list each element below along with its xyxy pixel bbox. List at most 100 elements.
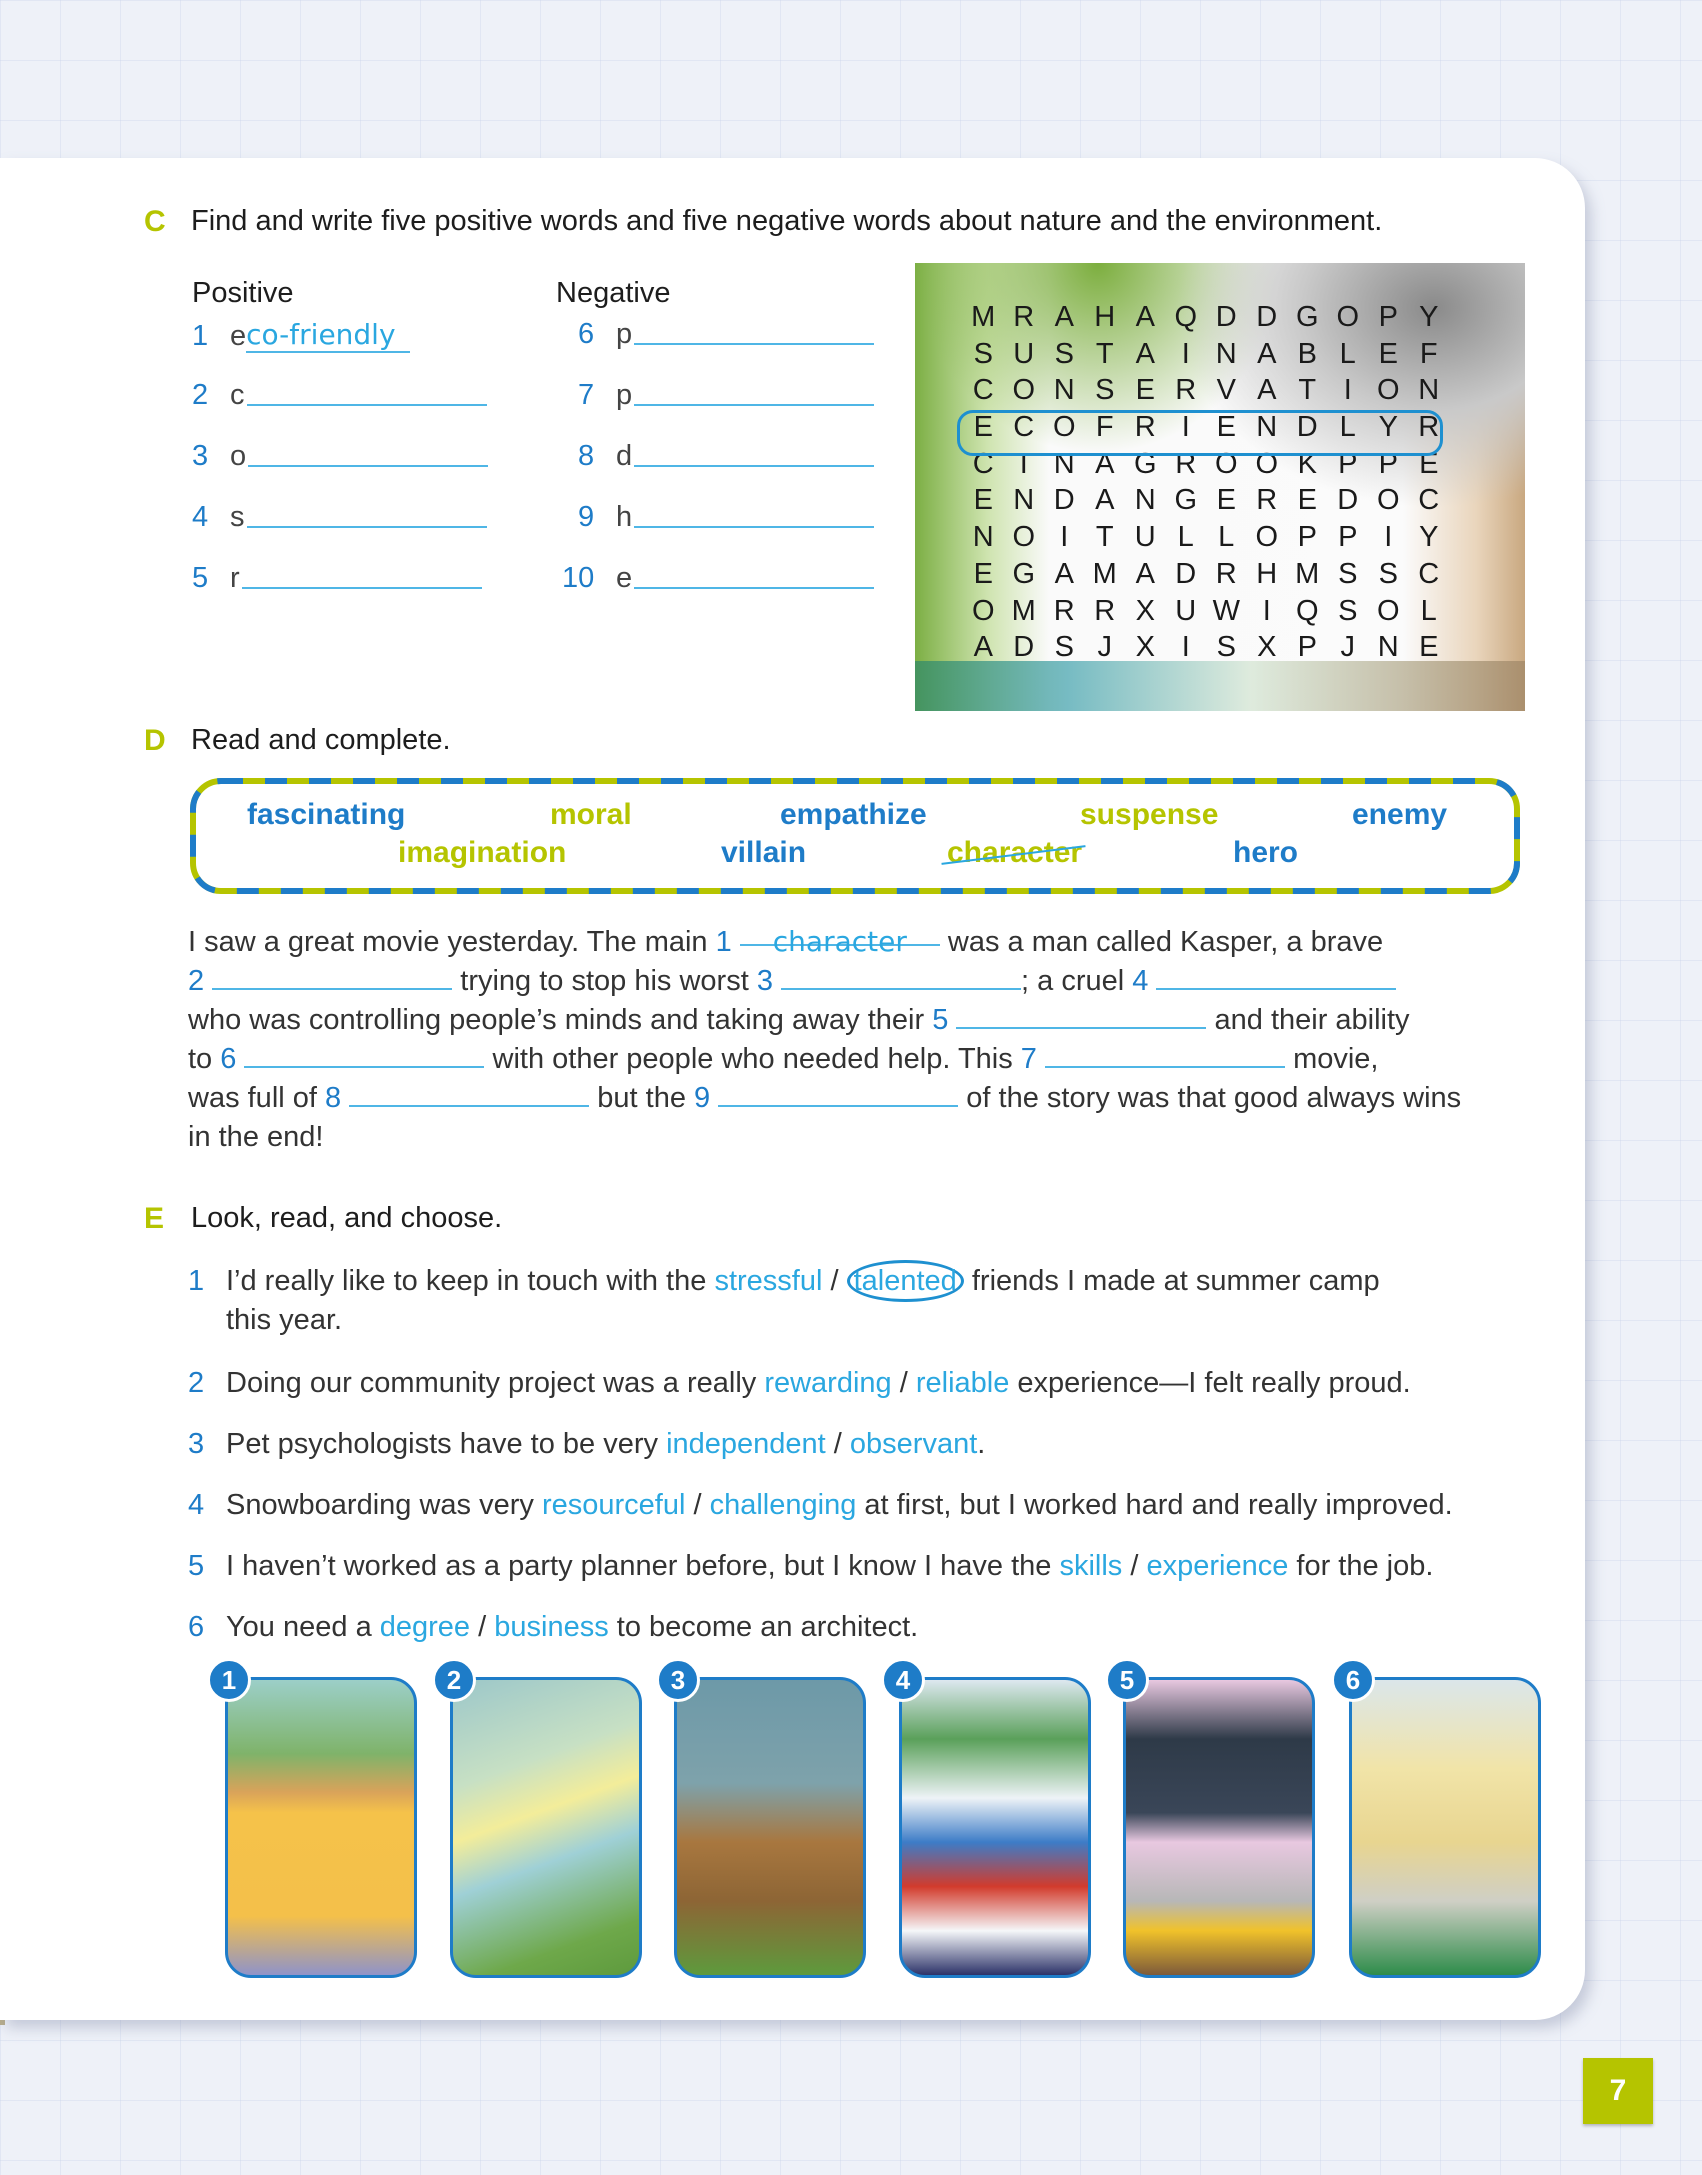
word-search-letter[interactable]: S	[963, 338, 1004, 375]
word-search-letter[interactable]: O	[1004, 521, 1045, 558]
option-1[interactable]: resourceful	[542, 1489, 685, 1521]
word-search-letter[interactable]: E	[1125, 374, 1166, 411]
answer-line[interactable]	[634, 587, 875, 589]
word-search-letter[interactable]: P	[1287, 521, 1328, 558]
word-search-letter[interactable]: B	[1287, 338, 1328, 375]
word-search-letter[interactable]: N	[1004, 484, 1045, 521]
word-search-letter[interactable]: X	[1125, 595, 1166, 632]
word-search-letter[interactable]: I	[1328, 374, 1369, 411]
word-search-letter[interactable]: S	[1328, 595, 1369, 632]
word-search-letter[interactable]: A	[963, 631, 1004, 668]
word-search-letter[interactable]: Y	[1409, 301, 1450, 338]
option-1[interactable]: rewarding	[764, 1367, 891, 1399]
word-search-letter[interactable]: U	[1166, 595, 1207, 632]
word-search-letter[interactable]: O	[1247, 521, 1288, 558]
word-search-letter[interactable]: L	[1328, 338, 1369, 375]
answer-line[interactable]	[634, 526, 875, 528]
word-search-letter[interactable]: I	[1044, 521, 1085, 558]
word-search-letter[interactable]: C	[1409, 558, 1450, 595]
blank-2[interactable]	[212, 966, 453, 990]
word-search-letter[interactable]: O	[1368, 484, 1409, 521]
word-search-letter[interactable]: J	[1328, 631, 1369, 668]
word-search-letter[interactable]: I	[1247, 595, 1288, 632]
option-2[interactable]: challenging	[710, 1489, 857, 1521]
word-search-letter[interactable]: X	[1247, 631, 1288, 668]
word-search-letter[interactable]: A	[1125, 301, 1166, 338]
word-search-letter[interactable]: Q	[1287, 595, 1328, 632]
blank-8[interactable]	[349, 1083, 590, 1107]
word-search-letter[interactable]: P	[1328, 521, 1369, 558]
answer-line[interactable]	[246, 526, 487, 528]
word-search-letter[interactable]: R	[1206, 558, 1247, 595]
option-2[interactable]: reliable	[916, 1367, 1010, 1399]
word-search-letter[interactable]: L	[1206, 521, 1247, 558]
answer-line[interactable]	[634, 465, 875, 467]
answer-line[interactable]	[634, 343, 875, 345]
blank-5[interactable]	[956, 1005, 1207, 1029]
word-search-letter[interactable]: H	[1085, 301, 1126, 338]
answer-text[interactable]: co-friendly	[246, 318, 410, 353]
word-search-letter[interactable]: P	[1287, 631, 1328, 668]
word-search-letter[interactable]: R	[1044, 595, 1085, 632]
word-search-letter[interactable]: E	[1368, 338, 1409, 375]
blank-4[interactable]	[1156, 966, 1397, 990]
word-search-letter[interactable]: E	[963, 484, 1004, 521]
option-1[interactable]: independent	[666, 1428, 826, 1460]
word-search-letter[interactable]: D	[1247, 301, 1288, 338]
word-search-letter[interactable]: H	[1247, 558, 1288, 595]
word-search-letter[interactable]: S	[1368, 558, 1409, 595]
word-search-letter[interactable]: R	[1085, 595, 1126, 632]
word-search-letter[interactable]: L	[1409, 595, 1450, 632]
word-search-letter[interactable]: U	[1125, 521, 1166, 558]
word-search-letter[interactable]: A	[1044, 301, 1085, 338]
word-search-letter[interactable]: N	[1044, 374, 1085, 411]
word-search-letter[interactable]: A	[1125, 338, 1166, 375]
blank-1-answer[interactable]: character	[739, 922, 940, 958]
word-search-letter[interactable]: S	[1085, 374, 1126, 411]
word-search-letter[interactable]: X	[1125, 631, 1166, 668]
word-search-letter[interactable]: O	[1004, 374, 1045, 411]
word-search-letter[interactable]: M	[1287, 558, 1328, 595]
word-search-letter[interactable]: G	[1004, 558, 1045, 595]
blank-7[interactable]	[1045, 1044, 1285, 1068]
word-search-letter[interactable]: A	[1247, 374, 1288, 411]
word-search-letter[interactable]: N	[1368, 631, 1409, 668]
word-search-letter[interactable]: D	[1206, 301, 1247, 338]
option-1[interactable]: skills	[1059, 1550, 1122, 1582]
word-search-letter[interactable]: R	[1166, 374, 1207, 411]
word-search-letter[interactable]: D	[1166, 558, 1207, 595]
word-search-letter[interactable]: L	[1166, 521, 1207, 558]
word-search-letter[interactable]: N	[1409, 374, 1450, 411]
word-search-letter[interactable]: G	[1287, 301, 1328, 338]
blank-9[interactable]	[718, 1083, 959, 1107]
option-2[interactable]: business	[494, 1611, 608, 1643]
word-search-letter[interactable]: V	[1206, 374, 1247, 411]
word-search-letter[interactable]: E	[1287, 484, 1328, 521]
word-search-letter[interactable]: A	[1085, 484, 1126, 521]
word-search-letter[interactable]: C	[963, 374, 1004, 411]
word-search-letter[interactable]: U	[1004, 338, 1045, 375]
option-2[interactable]: observant	[850, 1428, 977, 1460]
word-search-letter[interactable]: W	[1206, 595, 1247, 632]
word-search-letter[interactable]: I	[1166, 338, 1207, 375]
word-search-letter[interactable]: S	[1044, 338, 1085, 375]
word-search-letter[interactable]: E	[963, 558, 1004, 595]
word-search-letter[interactable]: M	[963, 301, 1004, 338]
word-search-letter[interactable]: Q	[1166, 301, 1207, 338]
word-search-letter[interactable]: F	[1409, 338, 1450, 375]
word-search-letter[interactable]: I	[1368, 521, 1409, 558]
word-search-letter[interactable]: E	[1206, 484, 1247, 521]
option-2[interactable]: experience	[1146, 1550, 1288, 1582]
word-search-letter[interactable]: O	[1368, 595, 1409, 632]
word-search-letter[interactable]: P	[1368, 301, 1409, 338]
word-search-letter[interactable]: T	[1287, 374, 1328, 411]
word-search-letter[interactable]: T	[1085, 338, 1126, 375]
word-search-letter[interactable]: A	[1125, 558, 1166, 595]
word-search-letter[interactable]: D	[1328, 484, 1369, 521]
word-search-letter[interactable]: O	[1368, 374, 1409, 411]
word-search-letter[interactable]: R	[1004, 301, 1045, 338]
word-search-letter[interactable]: G	[1166, 484, 1207, 521]
answer-line[interactable]	[248, 465, 489, 467]
word-search-letter[interactable]: N	[963, 521, 1004, 558]
blank-3[interactable]	[781, 966, 1022, 990]
